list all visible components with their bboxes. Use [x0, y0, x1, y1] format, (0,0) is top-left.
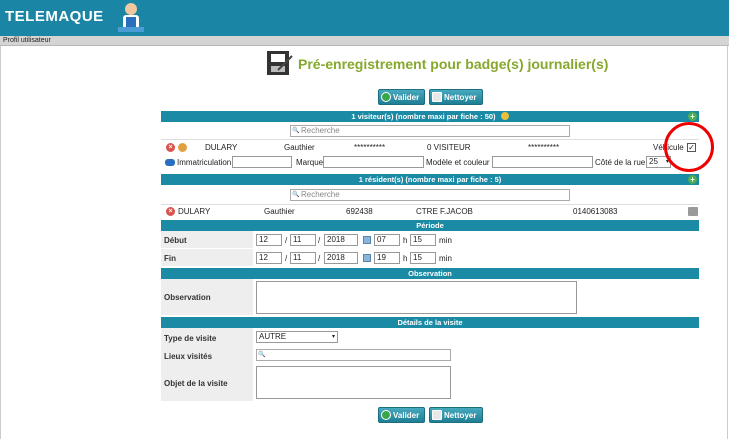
valider-button-bottom[interactable]: Valider [378, 407, 425, 423]
debut-min-input[interactable]: 15 [410, 234, 436, 246]
tab-bar: Profil utilisateur [0, 36, 729, 46]
debut-year-input[interactable]: 2018 [324, 234, 358, 246]
calendar-icon[interactable] [363, 254, 371, 262]
fin-day-input[interactable]: 12 [256, 252, 282, 264]
add-resident-icon[interactable]: + [688, 175, 697, 184]
visitors-header: 1 visiteur(s) (nombre maxi par fiche : 5… [161, 111, 699, 122]
lieux-visites-input[interactable] [256, 349, 451, 361]
hour-separator: h [403, 236, 408, 245]
app-logo: TELEMAQUE [5, 8, 104, 25]
debut-label: Début [164, 236, 187, 245]
min-label: min [439, 254, 452, 263]
right-border [727, 46, 728, 439]
cote-rue-value: 25 [649, 157, 658, 166]
valider-label: Valider [393, 92, 420, 102]
visitor-masked-2: ********** [528, 143, 560, 152]
resident-firstname: Gauthier [264, 207, 295, 216]
visitor-lastname: DULARY [205, 143, 238, 152]
tab-profil-utilisateur[interactable]: Profil utilisateur [3, 37, 51, 44]
resident-search-input[interactable]: Recherche [290, 189, 570, 201]
phone-card-icon[interactable] [688, 207, 698, 216]
divider [161, 139, 699, 140]
debut-month-input[interactable]: 11 [290, 234, 316, 246]
chevron-down-icon: ▾ [331, 334, 335, 340]
lieux-visites-label: Lieux visités [164, 352, 213, 361]
min-label: min [439, 236, 452, 245]
fin-hour-input[interactable]: 19 [374, 252, 400, 264]
residents-header: 1 résident(s) (nombre maxi par fiche : 5… [161, 174, 699, 185]
slash: / [285, 236, 288, 245]
marque-label: Marque [296, 158, 324, 167]
visitors-group-icon [500, 112, 509, 120]
objet-visite-textarea[interactable] [256, 366, 451, 399]
remove-resident-icon[interactable]: × [166, 207, 175, 216]
residents-header-text: 1 résident(s) (nombre maxi par fiche : 5… [358, 175, 502, 184]
nettoyer-button-bottom[interactable]: Nettoyer [429, 407, 483, 423]
immatriculation-input[interactable] [232, 156, 292, 168]
type-visite-value: AUTRE [259, 332, 287, 341]
fin-min-input[interactable]: 15 [410, 252, 436, 264]
resident-phone: 0140613083 [573, 207, 618, 216]
resident-id: 692438 [346, 207, 373, 216]
visitor-person-icon [178, 143, 187, 152]
resident-lastname: DULARY [178, 207, 211, 216]
visitor-type: 0 VISITEUR [427, 143, 471, 152]
highlight-circle [664, 122, 714, 172]
check-icon [381, 410, 391, 420]
add-visitor-icon[interactable]: + [688, 112, 697, 121]
visitor-masked-1: ********** [354, 143, 386, 152]
user-figure-icon [118, 3, 144, 32]
nettoyer-label: Nettoyer [444, 92, 477, 102]
observation-textarea[interactable] [256, 281, 577, 314]
clean-icon [432, 92, 442, 102]
check-icon [381, 92, 391, 102]
hour-separator: h [403, 254, 408, 263]
type-visite-select[interactable]: AUTRE ▾ [256, 331, 338, 343]
fin-month-input[interactable]: 11 [290, 252, 316, 264]
debut-day-input[interactable]: 12 [256, 234, 282, 246]
top-banner: TELEMAQUE [0, 0, 729, 36]
resident-site: CTRE F.JACOB [416, 207, 473, 216]
divider [161, 204, 699, 205]
nettoyer-button-top[interactable]: Nettoyer [429, 89, 483, 105]
marque-input[interactable] [323, 156, 424, 168]
valider-label: Valider [393, 410, 420, 420]
visitor-firstname: Gauthier [284, 143, 315, 152]
fin-label: Fin [164, 254, 176, 263]
badge-form-icon [267, 51, 293, 75]
slash: / [285, 254, 288, 263]
observation-header: Observation [161, 268, 699, 279]
visitor-search-input[interactable]: Recherche [290, 125, 570, 137]
slash: / [318, 254, 321, 263]
valider-button-top[interactable]: Valider [378, 89, 425, 105]
fin-year-input[interactable]: 2018 [324, 252, 358, 264]
objet-visite-label: Objet de la visite [164, 379, 228, 388]
slash: / [318, 236, 321, 245]
page-title: Pré-enregistrement pour badge(s) journal… [298, 56, 609, 72]
clean-icon [432, 410, 442, 420]
immatriculation-label: Immatriculation [177, 158, 232, 167]
nettoyer-label: Nettoyer [444, 410, 477, 420]
left-border [0, 46, 1, 439]
periode-header: Période [161, 220, 699, 231]
modele-couleur-input[interactable] [492, 156, 593, 168]
type-visite-label: Type de visite [164, 334, 217, 343]
debut-hour-input[interactable]: 07 [374, 234, 400, 246]
remove-visitor-icon[interactable]: × [166, 143, 175, 152]
car-icon [165, 159, 175, 166]
cote-rue-label: Côté de la rue [595, 158, 646, 167]
visitors-header-text: 1 visiteur(s) (nombre maxi par fiche : 5… [351, 112, 496, 121]
details-header: Détails de la visite [161, 317, 699, 328]
modele-label: Modèle et couleur [426, 158, 490, 167]
observation-label: Observation [164, 293, 211, 302]
calendar-icon[interactable] [363, 236, 371, 244]
